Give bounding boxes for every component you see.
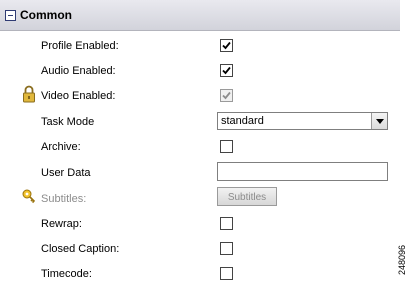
common-settings-panel: Profile Enabled: Audio Enabled: Video En… <box>0 31 400 283</box>
audio-enabled-label: Audio Enabled: <box>41 65 116 77</box>
user-data-input[interactable] <box>217 162 388 181</box>
padlock-icon <box>23 85 35 103</box>
row-timecode: Timecode: <box>0 261 400 285</box>
row-closed-caption: Closed Caption: <box>0 236 400 260</box>
user-data-label: User Data <box>41 167 91 179</box>
archive-label: Archive: <box>41 141 81 153</box>
video-enabled-label: Video Enabled: <box>41 90 116 102</box>
timecode-label: Timecode: <box>41 268 92 280</box>
row-user-data: User Data <box>0 160 400 184</box>
task-mode-label: Task Mode <box>41 116 95 128</box>
row-rewrap: Rewrap: <box>0 211 400 235</box>
task-mode-select[interactable]: standard <box>217 112 388 130</box>
audio-enabled-checkbox[interactable] <box>220 64 233 77</box>
rewrap-checkbox[interactable] <box>220 217 233 230</box>
chevron-down-icon[interactable] <box>371 113 387 129</box>
profile-enabled-checkbox[interactable] <box>220 39 233 52</box>
checkmark-icon <box>222 41 231 50</box>
subtitles-button: Subtitles <box>217 187 277 206</box>
key-icon <box>22 189 36 204</box>
row-audio-enabled: Audio Enabled: <box>0 58 400 82</box>
closed-caption-checkbox[interactable] <box>220 242 233 255</box>
section-header: Common <box>0 0 400 31</box>
profile-enabled-label: Profile Enabled: <box>41 40 119 52</box>
closed-caption-label: Closed Caption: <box>41 243 120 255</box>
row-archive: Archive: <box>0 134 400 158</box>
checkmark-icon <box>222 91 231 100</box>
row-video-enabled: Video Enabled: <box>0 83 400 107</box>
section-title: Common <box>20 8 72 22</box>
row-subtitles: Subtitles: Subtitles <box>0 186 400 210</box>
figure-id: 248096 <box>397 244 407 275</box>
checkmark-icon <box>222 66 231 75</box>
archive-checkbox[interactable] <box>220 140 233 153</box>
video-enabled-checkbox <box>220 89 233 102</box>
collapse-icon[interactable] <box>5 10 16 21</box>
timecode-checkbox[interactable] <box>220 267 233 280</box>
rewrap-label: Rewrap: <box>41 218 82 230</box>
row-task-mode: Task Mode standard <box>0 109 400 133</box>
subtitles-label: Subtitles: <box>41 193 87 205</box>
task-mode-value: standard <box>221 115 264 127</box>
row-profile-enabled: Profile Enabled: <box>0 33 400 57</box>
